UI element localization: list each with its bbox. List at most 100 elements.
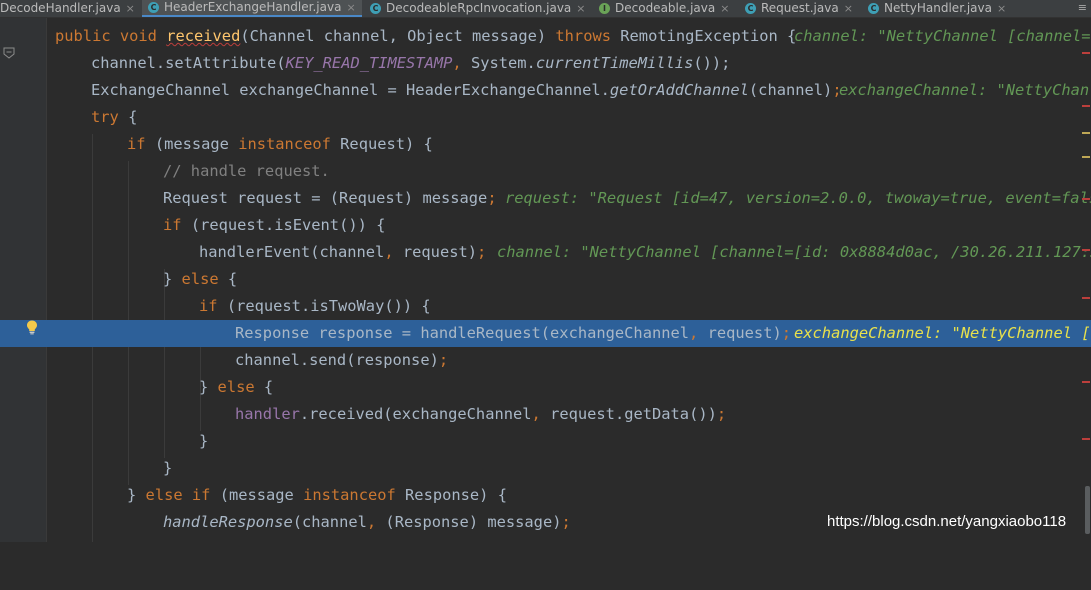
code-line-1: public void received(Channel channel, Ob… — [0, 23, 1091, 50]
tab-label: DecodeableRpcInvocation.java — [386, 1, 572, 15]
method-name-received[interactable]: received — [166, 27, 240, 45]
tab-request[interactable]: C Request.java × — [745, 0, 853, 17]
code-token: , — [689, 324, 708, 342]
code-line-13: channel.send(response); — [0, 347, 1091, 374]
code-token: (channel) — [748, 81, 833, 99]
code-token: (request.isEvent()) { — [190, 216, 386, 234]
code-token: } — [163, 270, 182, 288]
code-token: ; — [487, 189, 497, 207]
code-token: Request) { — [340, 135, 433, 153]
code-token: Response) { — [405, 486, 507, 504]
tab-headerexchangehandler[interactable]: C HeaderExchangeHandler.java × — [142, 0, 362, 17]
code-token: Response response = handleRequest(exchan… — [235, 324, 690, 342]
inline-debug-value: channel: "NettyChannel [channel=[ — [794, 27, 1091, 45]
code-token: { — [128, 108, 138, 126]
class-icon: C — [370, 3, 381, 14]
error-marker[interactable] — [1082, 297, 1090, 299]
class-icon: C — [868, 3, 879, 14]
code-comment: // handle request. — [163, 162, 330, 180]
code-token: ; — [438, 351, 449, 369]
code-token: { — [263, 378, 274, 396]
tab-label: Request.java — [761, 1, 839, 15]
code-token: else if — [145, 486, 220, 504]
code-line-18: } else if (message instanceof Response) … — [0, 482, 1091, 509]
code-token: Request request = (Request) message — [163, 189, 488, 207]
code-token: else — [217, 378, 264, 396]
code-token: (Channel channel, Object message) — [240, 27, 556, 45]
code-line-9: handlerEvent(channel, request); channel:… — [0, 239, 1091, 266]
code-token: ; — [561, 513, 571, 531]
tab-decodehandler[interactable]: DecodeHandler.java × — [0, 0, 135, 17]
code-token: System. — [470, 54, 536, 72]
code-token: channel.send(response) — [235, 351, 439, 369]
watermark-text: https://blog.csdn.net/yangxiaobo118 — [827, 513, 1067, 530]
error-marker[interactable] — [1082, 52, 1090, 54]
current-execution-line: Response response = handleRequest(exchan… — [0, 320, 1091, 347]
code-token: ; — [716, 405, 727, 423]
close-icon[interactable]: × — [997, 1, 1006, 16]
code-token: } — [163, 459, 173, 477]
code-line-15: handler.received(exchangeChannel, reques… — [0, 401, 1091, 428]
code-token: } — [199, 432, 209, 450]
code-line-16: } — [0, 428, 1091, 455]
inline-debug-value: exchangeChannel: "NettyChannel [c — [794, 324, 1091, 342]
tab-nettyhandler[interactable]: C NettyHandler.java × — [868, 0, 1006, 17]
code-token: request.getData()) — [550, 405, 717, 423]
code-line-10: } else { — [0, 266, 1091, 293]
class-icon: C — [745, 3, 756, 14]
close-icon[interactable]: × — [844, 1, 853, 16]
tab-decodeablerpcinvocation[interactable]: C DecodeableRpcInvocation.java × — [370, 0, 586, 17]
code-token: , — [366, 513, 386, 531]
code-token: , — [531, 405, 551, 423]
code-line-7: Request request = (Request) message; req… — [0, 185, 1091, 212]
code-token: (Response) message) — [385, 513, 562, 531]
code-token: public void — [55, 27, 167, 45]
code-line-8: if (request.isEvent()) { — [0, 212, 1091, 239]
code-token: request) — [707, 324, 782, 342]
code-line-5: if (message instanceof Request) { — [0, 131, 1091, 158]
warning-marker[interactable] — [1082, 156, 1090, 158]
error-marker[interactable] — [1082, 198, 1090, 200]
code-token: ()); — [693, 54, 731, 72]
error-marker[interactable] — [1082, 381, 1090, 383]
code-token: handlerEvent(channel — [199, 243, 385, 261]
tab-label: HeaderExchangeHandler.java — [164, 0, 342, 14]
close-icon[interactable]: × — [720, 1, 729, 16]
code-token: if — [199, 297, 227, 315]
vertical-scrollbar-thumb[interactable] — [1085, 486, 1090, 534]
code-token: } — [199, 378, 218, 396]
interface-icon: I — [599, 3, 610, 14]
close-icon[interactable]: × — [346, 0, 355, 15]
code-token: , — [384, 243, 403, 261]
tab-decodeable[interactable]: I Decodeable.java × — [599, 0, 729, 17]
error-marker[interactable] — [1082, 438, 1090, 440]
code-token: (message — [219, 486, 304, 504]
code-token: instanceof — [303, 486, 406, 504]
code-token: .received(exchangeChannel — [299, 405, 532, 423]
code-token: request) — [402, 243, 478, 261]
code-token: (message — [154, 135, 239, 153]
lightbulb-icon[interactable] — [24, 319, 40, 335]
error-marker[interactable] — [1082, 105, 1090, 107]
code-token: { — [227, 270, 238, 288]
code-token: handleResponse — [163, 513, 293, 531]
code-token: ; — [781, 324, 792, 342]
close-icon[interactable]: × — [576, 1, 585, 16]
code-token: throws — [555, 27, 621, 45]
close-icon[interactable]: × — [126, 1, 135, 16]
tab-label: NettyHandler.java — [884, 1, 992, 15]
code-token: (channel — [292, 513, 367, 531]
code-token: instanceof — [238, 135, 341, 153]
error-marker[interactable] — [1082, 249, 1090, 251]
code-token: ; — [477, 243, 487, 261]
warning-marker[interactable] — [1082, 132, 1090, 134]
code-token: (request.isTwoWay()) { — [226, 297, 431, 315]
code-token: handler — [235, 405, 300, 423]
code-line-3: ExchangeChannel exchangeChannel = Header… — [0, 77, 1091, 104]
code-token: ExchangeChannel exchangeChannel = Header… — [91, 81, 610, 99]
code-token: currentTimeMillis — [535, 54, 694, 72]
code-line-14: } else { — [0, 374, 1091, 401]
code-line-17: } — [0, 455, 1091, 482]
tab-list-menu-icon[interactable]: ≡ — [1078, 0, 1087, 15]
code-token: KEY_READ_TIMESTAMP — [285, 54, 453, 72]
